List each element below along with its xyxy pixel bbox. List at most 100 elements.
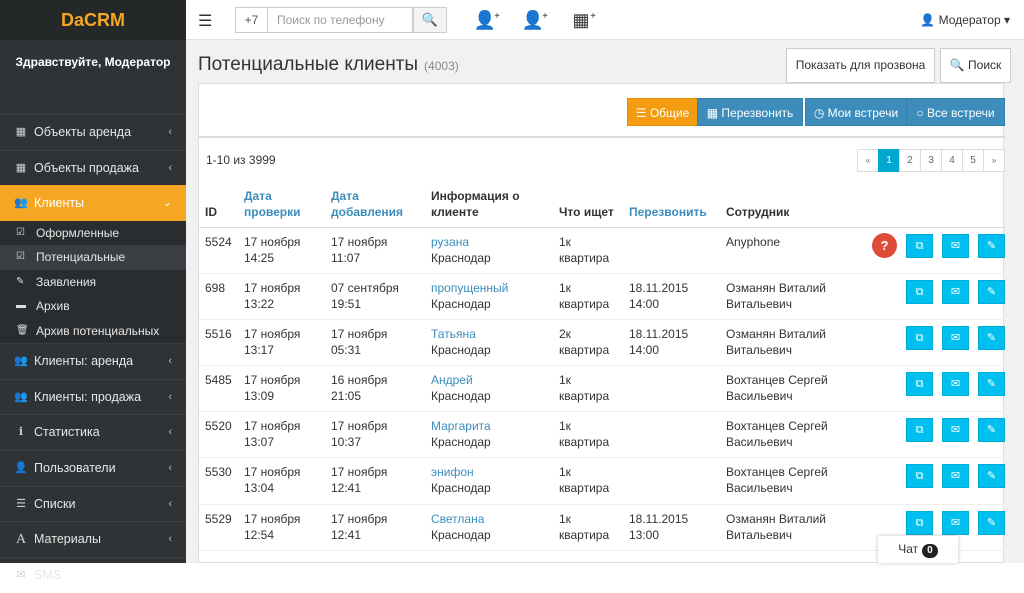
client-name-link[interactable]: рузана [431,235,469,249]
client-name-link[interactable]: Маргарита [431,419,491,433]
sidebar-item-materials[interactable]: A Материалы ‹ [0,521,186,557]
pencil-icon: ✎ [986,378,997,391]
building-icon: ▦ [15,126,27,138]
page-3[interactable]: 3 [920,149,942,172]
sidebar-item-users[interactable]: 👤 Пользователи ‹ [0,450,186,486]
col-check-date[interactable]: Дата проверки [238,181,325,228]
sidebar-nav: ▦ Объекты аренда ‹ ▦ Объекты продажа ‹ 👥 Клие… [0,114,186,592]
edit-button[interactable]: ✎ [978,464,1005,489]
client-name-link[interactable]: пропущенный [431,281,508,295]
cell-client-info: энифон Краснодар [425,457,553,505]
add-client-icon[interactable]: 👤 + [520,8,548,32]
sidebar-item-clients-sale[interactable]: 👥 Клиенты: продажа ‹ [0,378,186,415]
message-button[interactable]: ✉ [942,418,969,443]
chevron-left-icon: ‹ [168,426,172,439]
edit-button[interactable]: ✎ [978,325,1005,350]
col-callback[interactable]: Перезвонить [623,181,720,228]
cell-check-date: 17 ноября 13:04 [238,457,325,505]
cell-actions: ⧉ ✉ ✎ [850,273,1005,320]
filter-all-meetings-button[interactable]: ○ Все встречи [906,98,1005,126]
filter-my-meetings-button[interactable]: ◷ Мои встречи [805,98,907,126]
show-for-dialing-button[interactable]: Показать для прозвона [786,48,935,83]
message-button[interactable]: ✉ [942,510,969,535]
phone-search-button[interactable]: 🔍 [413,7,447,33]
sidebar-item-sale-objects[interactable]: ▦ Объекты продажа ‹ [0,149,186,186]
page-next[interactable]: » [983,149,1005,172]
view-button[interactable]: ⧉ [906,233,933,258]
view-button[interactable]: ⧉ [906,372,933,397]
user-menu[interactable]: 👤 Модератор ▾ [920,13,1010,27]
cell-looking-for: 1к квартира [553,273,623,320]
info-icon: ℹ [18,426,24,439]
external-link-icon: ⧉ [915,424,924,437]
page-count: (4003) [424,59,459,73]
message-button[interactable]: ✉ [942,325,969,350]
cell-looking-for: 1к квартира [553,411,623,459]
page-header: Потенциальные клиенты (4003) Показать для… [186,40,1024,83]
cell-actions: ⧉ ✉ ✎ [850,319,1005,367]
edit-button[interactable]: ✎ [978,418,1005,443]
hamburger-menu-icon[interactable]: ☰ [198,11,212,31]
cell-check-date: 17 ноября 13:22 [238,273,325,320]
view-button[interactable]: ⧉ [906,279,933,304]
client-name-link[interactable]: Андрей [431,373,473,387]
page-1[interactable]: 1 [878,149,900,172]
sub-item-applications[interactable]: ✎ Заявления [0,270,186,295]
client-name-link[interactable]: энифон [431,465,474,479]
chat-widget[interactable]: Чат 0 [878,536,958,563]
sub-item-potential-archive[interactable]: 🗑 Архив потенциальных [0,319,186,344]
cell-check-date: 17 ноября 13:07 [238,411,325,459]
sub-item-potential[interactable]: ☑ Потенциальные [0,245,186,270]
sidebar-item-rent-objects[interactable]: ▦ Объекты аренда ‹ [0,114,186,150]
message-button[interactable]: ✉ [942,464,969,489]
client-name-link[interactable]: Татьяна [431,327,476,341]
brand-logo[interactable]: DaCRM [0,0,186,40]
building-icon: ▦ [15,161,27,174]
message-button[interactable]: ✉ [942,233,969,258]
page-5[interactable]: 5 [962,149,984,172]
client-name-link[interactable]: Светлана [431,512,484,526]
edit-button[interactable]: ✎ [978,233,1005,258]
filter-general-button[interactable]: ☰ Общие [627,98,698,126]
page-prev[interactable]: « [857,149,879,172]
cell-looking-for: 1к квартира [553,227,623,274]
edit-button[interactable]: ✎ [978,510,1005,535]
sidebar-item-sms[interactable]: ✉ SMS [0,556,186,593]
view-button[interactable]: ⧉ [906,418,933,443]
edit-button[interactable]: ✎ [978,372,1005,397]
message-button[interactable]: ✉ [942,279,969,304]
message-button[interactable]: ✉ [942,372,969,397]
page-2[interactable]: 2 [899,149,921,172]
pagination: « 1 2 3 4 5 » [857,149,1005,172]
view-button[interactable]: ⧉ [906,510,933,535]
view-button[interactable]: ⧉ [906,464,933,489]
page-4[interactable]: 4 [941,149,963,172]
trash-icon: 🗑 [16,324,29,336]
sidebar-item-clients-rent[interactable]: 👥 Клиенты: аренда ‹ [0,343,186,379]
col-added-date[interactable]: Дата добавления [325,181,425,228]
cell-check-date: 17 ноября 14:25 [238,227,325,274]
sub-item-registered[interactable]: ☑ Оформленные [0,221,186,246]
sidebar-item-statistics[interactable]: ℹ Статистика ‹ [0,414,186,450]
add-user-icon[interactable]: 👤 + [472,8,500,32]
clients-panel: ☰ Общие ▦ Перезвонить ◷ Мои встречи ○ Вс… [198,83,1005,563]
results-range: 1-10 из 3999 [206,153,276,167]
sidebar-item-clients[interactable]: 👥 Клиенты ⌄ [0,185,186,221]
col-id: ID [199,181,238,228]
users-icon: 👥 [14,197,28,210]
cell-id: 5529 [199,504,238,551]
filter-callback-button[interactable]: ▦ Перезвонить [697,98,803,126]
edit-button[interactable]: ✎ [978,279,1005,304]
greeting: Здравствуйте, Модератор [15,55,171,69]
sidebar-item-lists[interactable]: ☰ Списки ‹ [0,485,186,522]
cell-check-date: 17 ноября 13:09 [238,365,325,413]
phone-search-input[interactable] [267,7,413,33]
add-building-icon[interactable]: ▦ + [568,8,596,32]
sub-item-archive[interactable]: ▬ Архив [0,294,186,319]
search-button[interactable]: 🔍 Поиск [940,48,1011,83]
view-button[interactable]: ⧉ [906,325,933,350]
question-icon[interactable]: ? [872,232,897,258]
phone-prefix: +7 [235,7,267,33]
table-row: 5524 17 ноября 14:25 17 ноября 11:07 рузана Кр… [199,227,1005,274]
envelope-icon: ✉ [950,331,961,344]
